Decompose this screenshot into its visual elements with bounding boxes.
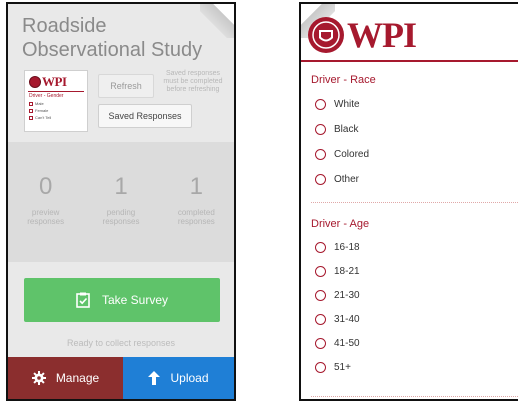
radio-option[interactable]: 41-50	[315, 338, 360, 349]
stat-value: 0	[38, 173, 53, 200]
radio-icon[interactable]	[315, 174, 326, 185]
header-divider	[301, 60, 518, 62]
stat-label: pending responses	[102, 208, 140, 226]
section-divider	[311, 396, 518, 397]
thumbnail-logo: WPI	[29, 74, 67, 90]
bottom-toolbar: Manage Upload	[8, 357, 234, 399]
manage-button[interactable]: Manage	[8, 357, 123, 399]
logo-wordmark: WPI	[347, 15, 417, 55]
radio-option[interactable]: Colored	[315, 149, 369, 160]
stat-pending: 1 pending responses	[83, 142, 158, 262]
radio-icon[interactable]	[315, 362, 326, 373]
section-divider	[311, 202, 518, 203]
upload-button[interactable]: Upload	[123, 357, 234, 399]
stat-preview: 0 preview responses	[8, 142, 83, 262]
radio-icon[interactable]	[315, 338, 326, 349]
gear-icon	[31, 371, 46, 385]
thumbnail-option: Female	[29, 108, 48, 113]
wpi-logo: WPI	[307, 15, 417, 55]
take-survey-label: Take Survey	[101, 293, 169, 307]
radio-icon[interactable]	[315, 149, 326, 160]
checkbox-icon	[29, 108, 33, 113]
refresh-button[interactable]: Refresh	[98, 74, 154, 98]
checkbox-icon	[29, 115, 33, 120]
stat-value: 1	[189, 173, 203, 200]
radio-icon[interactable]	[315, 266, 326, 277]
radio-option[interactable]: 16-18	[315, 242, 360, 253]
thumbnail-heading: Driver - Gender	[29, 93, 64, 99]
status-text: Ready to collect responses	[66, 338, 176, 348]
thumbnail-option: Male	[29, 101, 44, 106]
clipboard-check-icon	[76, 292, 90, 308]
stat-label: preview responses	[27, 208, 65, 226]
manage-label: Manage	[55, 371, 100, 385]
survey-thumbnail[interactable]: WPI Driver - Gender Male Female Can't Te…	[24, 70, 88, 132]
radio-option[interactable]: 21-30	[315, 290, 360, 301]
radio-option[interactable]: 31-40	[315, 314, 360, 325]
radio-icon[interactable]	[315, 99, 326, 110]
radio-icon[interactable]	[315, 290, 326, 301]
radio-icon[interactable]	[315, 314, 326, 325]
thumbnail-divider	[28, 91, 84, 92]
section-title-age: Driver - Age	[311, 218, 370, 230]
saved-responses-button[interactable]: Saved Responses	[98, 104, 192, 128]
seal-icon	[308, 17, 344, 53]
radio-option[interactable]: Other	[315, 174, 359, 185]
thumbnail-wordmark: WPI	[42, 74, 67, 89]
home-screen: Roadside Observational Study WPI Driver …	[6, 2, 236, 401]
stat-label: completed responses	[177, 208, 215, 226]
take-survey-button[interactable]: Take Survey	[24, 278, 220, 322]
radio-option[interactable]: 18-21	[315, 266, 360, 277]
refresh-note: Saved responses must be completed before…	[163, 70, 223, 93]
radio-option[interactable]: 51+	[315, 362, 351, 373]
checkbox-icon	[29, 101, 33, 106]
app-title: Roadside Observational Study	[22, 15, 203, 61]
radio-icon[interactable]	[315, 124, 326, 135]
radio-option[interactable]: White	[315, 99, 360, 110]
section-title-race: Driver - Race	[311, 74, 376, 86]
upload-label: Upload	[170, 371, 209, 385]
response-stats: 0 preview responses 1 pending responses 1 …	[8, 142, 234, 262]
stat-value: 1	[114, 173, 128, 200]
seal-icon	[29, 76, 41, 88]
survey-form-screen: WPI Driver - Race White Black Colored Ot…	[299, 2, 518, 401]
stat-completed: 1 completed responses	[159, 142, 234, 262]
radio-icon[interactable]	[315, 242, 326, 253]
radio-option[interactable]: Black	[315, 124, 358, 135]
thumbnail-option: Can't Tell	[29, 115, 51, 120]
arrow-up-icon	[148, 371, 161, 385]
